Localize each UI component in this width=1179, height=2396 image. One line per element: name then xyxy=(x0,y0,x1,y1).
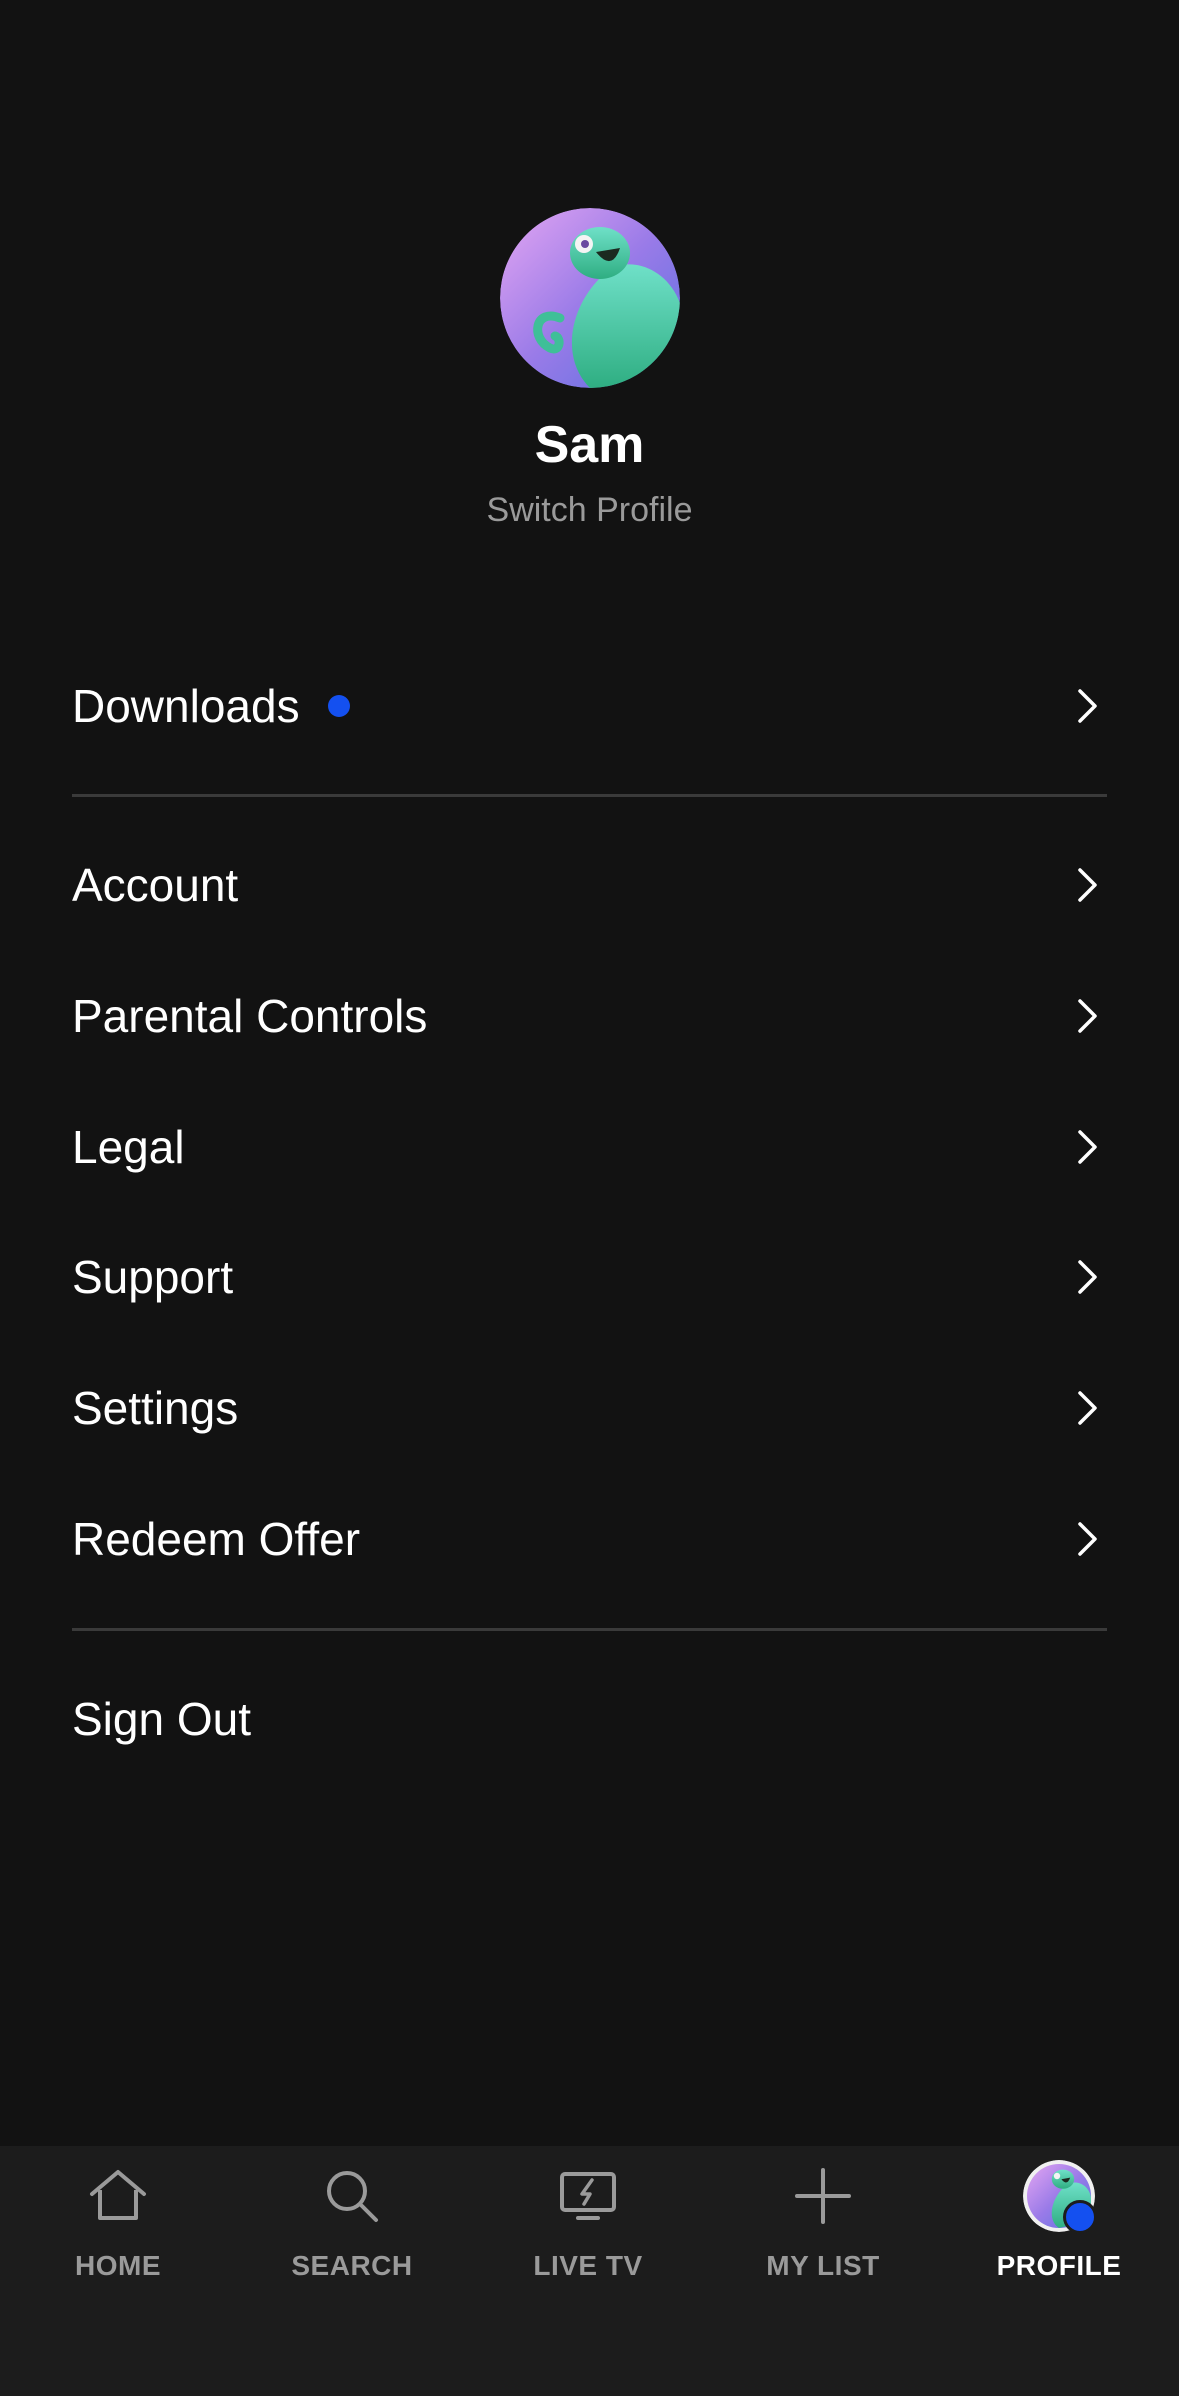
menu-item-label: Redeem Offer xyxy=(72,1513,361,1565)
tab-label: SEARCH xyxy=(291,2250,413,2281)
divider xyxy=(72,1628,1107,1631)
menu-item-legal[interactable]: Legal xyxy=(72,1092,1107,1202)
menu-item-redeem-offer[interactable]: Redeem Offer xyxy=(72,1484,1107,1594)
menu-item-account[interactable]: Account xyxy=(72,830,1107,940)
menu-item-label: Sign Out xyxy=(72,1693,251,1745)
notification-dot-icon xyxy=(1063,2200,1097,2234)
tab-label: MY LIST xyxy=(766,2250,880,2281)
menu-item-parental-controls[interactable]: Parental Controls xyxy=(72,961,1107,1071)
live-tv-icon xyxy=(560,2172,616,2220)
tab-label: HOME xyxy=(75,2250,161,2281)
tab-profile[interactable]: PROFILE xyxy=(959,2160,1159,2304)
chevron-right-icon xyxy=(1078,868,1097,902)
profile-avatar[interactable] xyxy=(499,208,680,388)
sign-out-button[interactable]: Sign Out xyxy=(72,1664,1107,1774)
profile-header: Sam Switch Profile xyxy=(0,208,1179,532)
chevron-right-icon xyxy=(1078,999,1097,1033)
chevron-right-icon xyxy=(1078,1260,1097,1294)
search-icon xyxy=(327,2171,378,2222)
menu-item-label: Legal xyxy=(72,1121,185,1173)
profile-avatar-icon xyxy=(1023,2160,1097,2234)
home-icon xyxy=(90,2170,146,2220)
tab-home[interactable]: HOME xyxy=(18,2164,218,2304)
plus-icon xyxy=(795,2168,851,2224)
tab-my-list[interactable]: MY LIST xyxy=(723,2164,923,2304)
chevron-right-icon xyxy=(1078,1391,1097,1425)
chevron-right-icon xyxy=(1078,1522,1097,1556)
tab-label: PROFILE xyxy=(996,2250,1122,2281)
menu-item-downloads[interactable]: Downloads xyxy=(72,651,1107,761)
menu-item-support[interactable]: Support xyxy=(72,1222,1107,1332)
menu-item-label: Settings xyxy=(72,1382,239,1434)
menu-item-label: Support xyxy=(72,1251,234,1303)
tab-live-tv[interactable]: LIVE TV xyxy=(488,2164,688,2304)
menu-item-settings[interactable]: Settings xyxy=(72,1353,1107,1463)
divider xyxy=(72,794,1107,797)
menu-item-label: Account xyxy=(72,859,239,911)
switch-profile-link[interactable]: Switch Profile xyxy=(0,488,1179,532)
bottom-tab-bar: HOME SEARCH LIVE TV MY LIST PROFILE xyxy=(0,2146,1179,2396)
menu-item-label: Downloads xyxy=(72,680,300,732)
notification-dot-icon xyxy=(327,695,350,717)
tab-search[interactable]: SEARCH xyxy=(252,2164,452,2304)
tab-label: LIVE TV xyxy=(533,2250,643,2281)
chevron-right-icon xyxy=(1078,1130,1097,1164)
profile-name: Sam xyxy=(534,416,645,474)
chevron-right-icon xyxy=(1078,689,1097,723)
menu-item-label: Parental Controls xyxy=(72,990,428,1042)
